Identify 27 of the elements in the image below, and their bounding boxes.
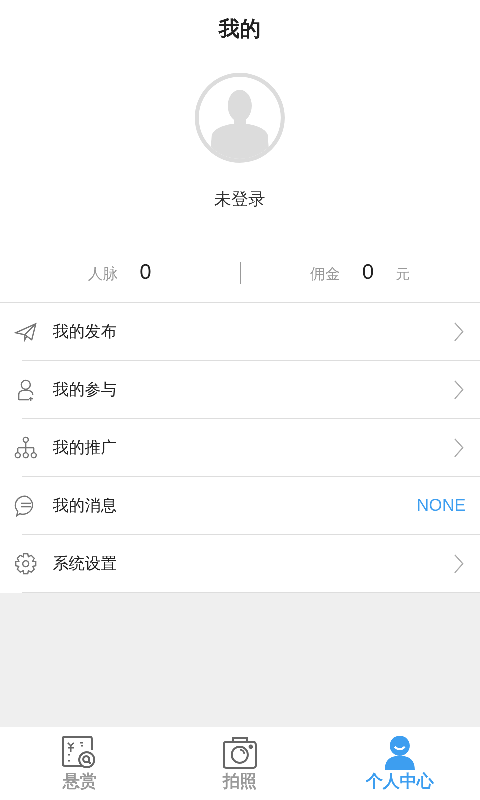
page-title: 我的 xyxy=(219,16,261,43)
camera-icon xyxy=(220,734,260,770)
chevron-icon xyxy=(454,554,464,574)
message-status: NONE xyxy=(416,496,466,516)
stat-label: 人脉 xyxy=(88,265,118,284)
stat-label: 佣金 xyxy=(310,265,340,284)
stat-unit: 元 xyxy=(396,266,410,284)
stat-value: 0 xyxy=(362,261,374,285)
avatar-icon xyxy=(195,73,285,163)
menu-label: 我的发布 xyxy=(53,322,118,342)
menu-item[interactable]: 我的参与 xyxy=(0,361,480,419)
menu-label: 我的消息 xyxy=(53,496,118,516)
login-status[interactable]: 未登录 xyxy=(214,188,266,211)
hierarchy-icon xyxy=(14,436,38,460)
settings-icon xyxy=(14,552,38,576)
chevron-icon xyxy=(454,438,464,458)
stat-value: 0 xyxy=(140,261,152,285)
menu-label: 我的参与 xyxy=(53,380,118,400)
menu-item[interactable]: 我的消息 NONE xyxy=(0,477,480,535)
chevron-icon xyxy=(454,322,464,342)
menu-label: 系统设置 xyxy=(53,554,118,574)
menu-label: 我的推广 xyxy=(53,438,118,458)
menu-item[interactable]: 系统设置 xyxy=(0,535,480,593)
menu-item[interactable]: 我的推广 xyxy=(0,419,480,477)
menu-item[interactable]: 我的发布 xyxy=(0,303,480,361)
send-icon xyxy=(14,320,38,344)
chevron-icon xyxy=(454,380,464,400)
